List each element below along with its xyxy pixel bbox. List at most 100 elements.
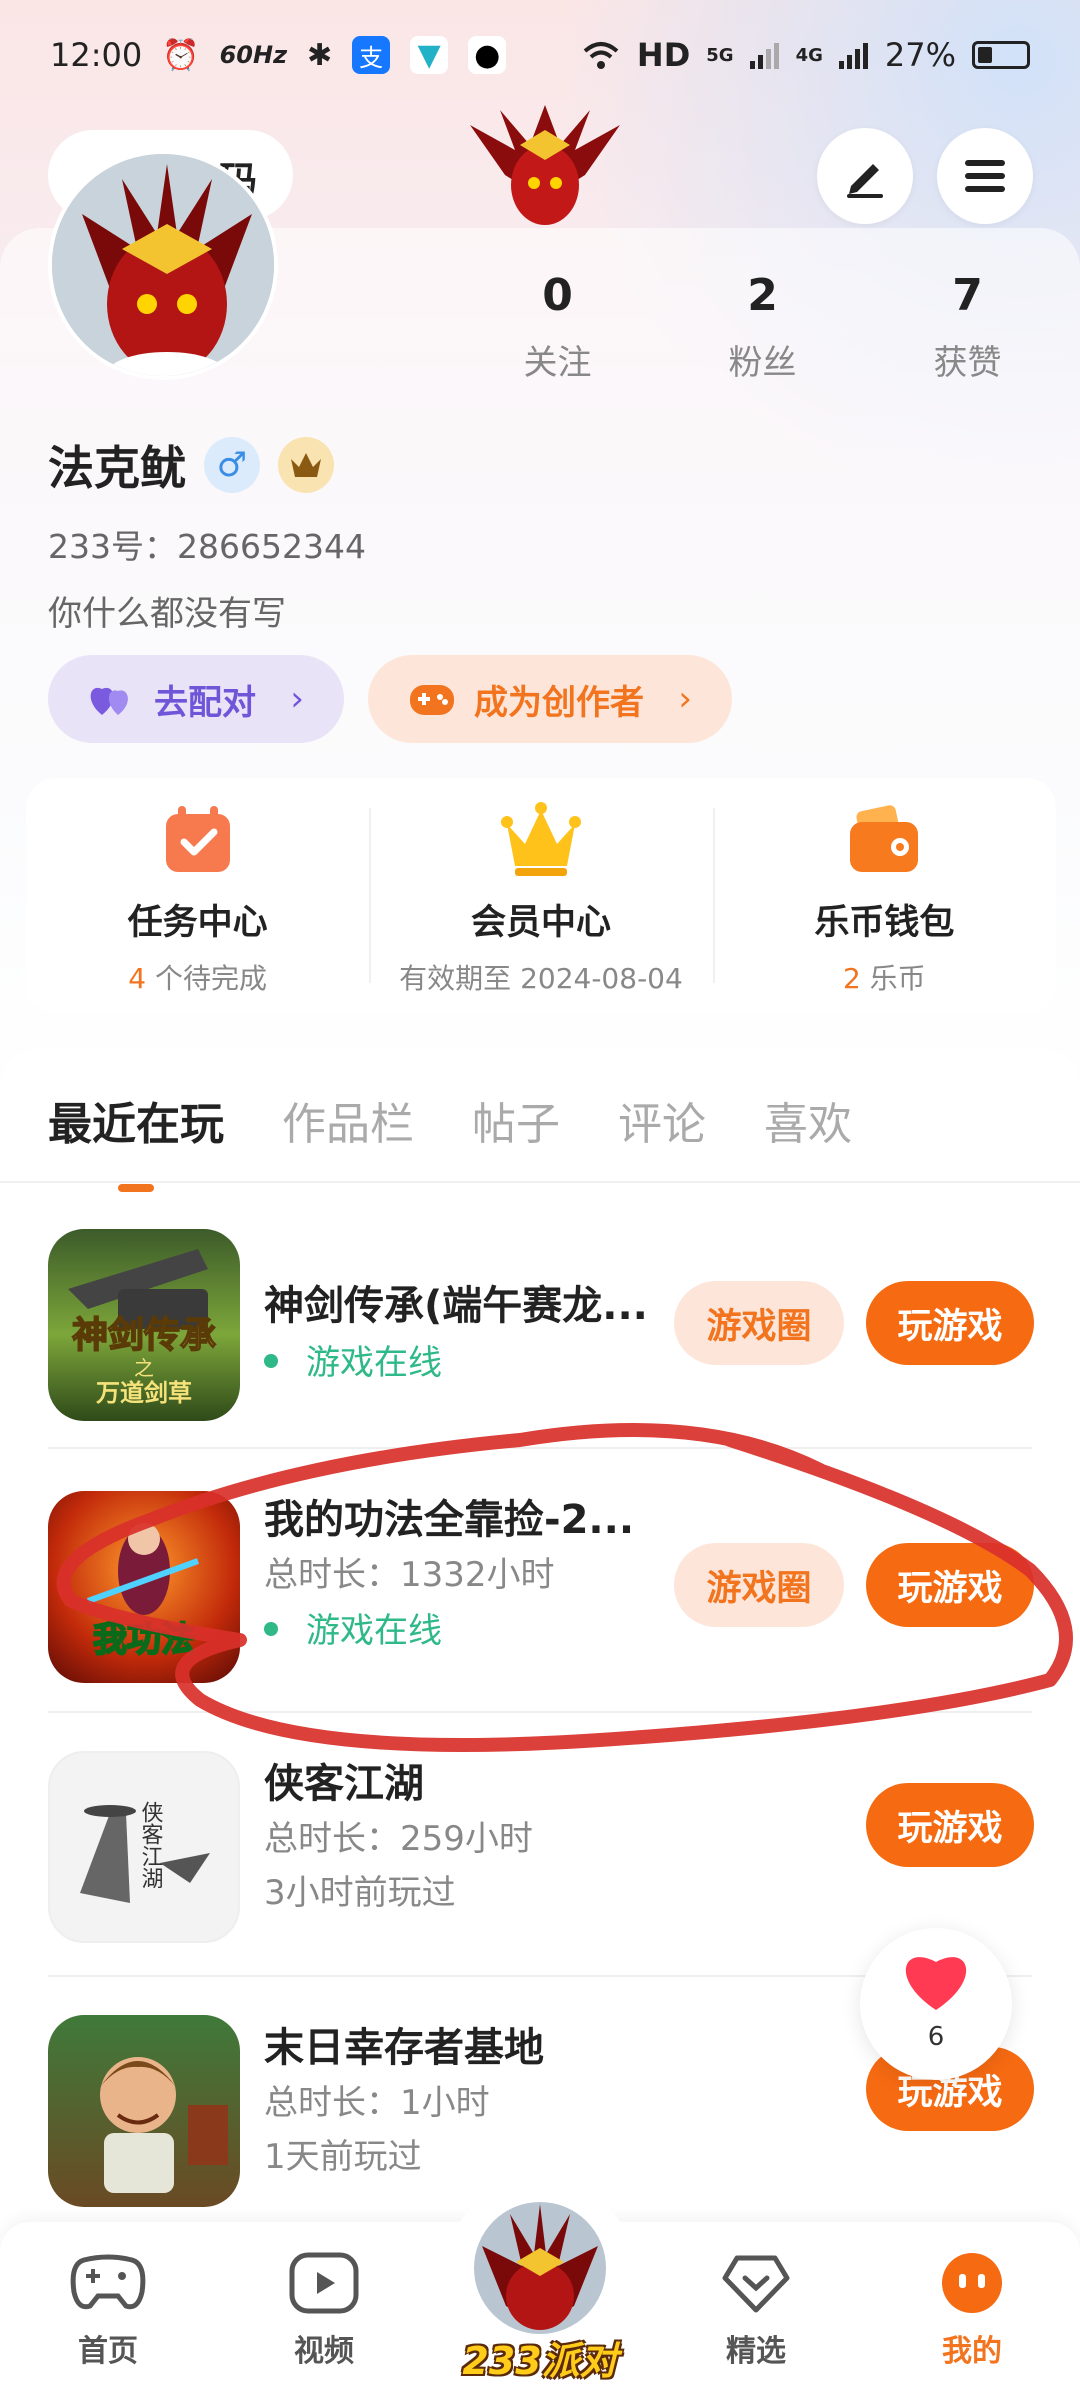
qq-icon: ●	[468, 36, 507, 74]
task-calendar-icon	[165, 806, 230, 872]
chevron-right-icon: ›	[678, 679, 692, 719]
signal-icon	[838, 43, 868, 69]
party-logo-label: 233派对	[462, 2339, 618, 2383]
game-art-image: 我功法	[86, 1523, 200, 1661]
game-art-title: 神剑传承	[72, 1314, 216, 1356]
signal-4g-label: 4G	[795, 44, 823, 66]
avatar[interactable]	[48, 150, 278, 380]
menu-button[interactable]	[937, 128, 1033, 224]
game-title: 我的功法全靠捡-2...	[264, 1497, 635, 1543]
card-count: 2	[842, 962, 861, 995]
play-game-button[interactable]: 玩游戏	[866, 1783, 1034, 1867]
quick-actions: 任务中心 4 个待完成 会员中心 有效期至 2024-08-04 乐币钱包 2 …	[26, 778, 1056, 1013]
play-duration: 总时长：1小时	[264, 2083, 490, 2123]
male-gender-icon: ♂	[204, 437, 260, 493]
heart-diamond-icon	[722, 2255, 790, 2313]
game-title: 侠客江湖	[264, 1761, 424, 1807]
network-type: HD	[636, 36, 691, 74]
tab-posts[interactable]: 帖子	[472, 1088, 560, 1152]
wallet-card[interactable]: 乐币钱包 2 乐币	[712, 778, 1056, 1013]
content-tabs: 最近在玩 作品栏 帖子 评论 喜欢	[0, 1048, 1080, 1192]
crown-badge-icon[interactable]	[278, 437, 334, 493]
play-duration: 总时长：1332小时	[264, 1555, 555, 1595]
edit-profile-button[interactable]	[817, 128, 913, 224]
user-name: 法克鱿	[48, 441, 186, 495]
play-game-button[interactable]: 玩游戏	[866, 1543, 1034, 1627]
crown-icon	[291, 453, 321, 477]
game-art-sub: 之	[134, 1356, 154, 1380]
card-subtitle: 4 个待完成	[26, 957, 369, 997]
become-creator-button[interactable]: 成为创作者 ›	[368, 655, 732, 743]
stat-value: 0	[542, 270, 573, 321]
header-avatar-icon[interactable]	[460, 105, 630, 225]
alarm-icon: ⏰	[162, 37, 200, 73]
stat-label: 粉丝	[728, 343, 797, 383]
nav-video-label: 视频	[294, 2334, 354, 2369]
bluetooth-icon: ✱	[307, 37, 333, 73]
tab-likes[interactable]: 喜欢	[764, 1088, 852, 1152]
gamepad-icon	[410, 685, 454, 715]
signal-5g-label: 5G	[706, 44, 734, 66]
game-thumbnail[interactable]: 我功法	[48, 1491, 240, 1683]
profile-face-icon	[942, 2253, 1002, 2313]
dragon-avatar-image	[52, 154, 274, 376]
task-center-card[interactable]: 任务中心 4 个待完成	[26, 778, 369, 1013]
stat-label: 获赞	[933, 343, 1002, 383]
vip-crown-icon	[500, 802, 581, 876]
game-thumbnail[interactable]	[48, 2015, 240, 2207]
nav-party[interactable]: 233派对	[462, 2196, 618, 2396]
online-dot-icon	[264, 1353, 278, 1368]
battery-icon	[972, 41, 1030, 69]
refresh-rate: 60Hz	[219, 41, 288, 69]
game-status-label: 游戏在线	[306, 1343, 442, 1383]
go-match-label: 去配对	[154, 682, 256, 723]
alipay-icon: 支	[352, 36, 391, 74]
online-dot-icon	[264, 1621, 278, 1636]
nav-home[interactable]: 首页	[38, 2252, 178, 2370]
stat-following[interactable]: 0 关注	[455, 270, 660, 384]
list-item[interactable]: 神剑传承 之 万道剑草 神剑传承(端午赛龙... 游戏在线 游戏圈 玩游戏	[48, 1185, 1034, 1449]
nav-mine[interactable]: 我的	[902, 2252, 1042, 2370]
list-item[interactable]: 我功法 我的功法全靠捡-2... 总时长：1332小时 游戏在线 游戏圈 玩游戏	[48, 1449, 1034, 1713]
game-art-image: 神剑传承 之 万道剑草	[68, 1249, 217, 1407]
card-subtitle: 2 乐币	[713, 957, 1056, 997]
game-art-sub: 万道剑草	[96, 1378, 192, 1407]
nav-featured[interactable]: 精选	[686, 2252, 826, 2370]
card-subtitle: 有效期至 2024-08-04	[399, 962, 683, 995]
stat-label: 关注	[523, 343, 592, 383]
video-play-icon	[289, 2252, 359, 2314]
nav-video[interactable]: 视频	[254, 2252, 394, 2370]
become-creator-label: 成为创作者	[474, 682, 644, 723]
like-count: 6	[927, 2022, 945, 2052]
game-circle-button[interactable]: 游戏圈	[674, 1543, 844, 1627]
game-circle-button[interactable]: 游戏圈	[674, 1281, 844, 1365]
tab-works[interactable]: 作品栏	[282, 1088, 414, 1152]
stat-value: 2	[747, 270, 778, 321]
card-title: 会员中心	[470, 903, 611, 943]
tab-recently-played[interactable]: 最近在玩	[48, 1088, 224, 1192]
card-title: 任务中心	[127, 903, 268, 943]
vip-center-card[interactable]: 会员中心 有效期至 2024-08-04	[369, 778, 712, 1013]
game-art-image	[100, 2057, 228, 2193]
stat-likes[interactable]: 7 获赞	[865, 270, 1070, 384]
nav-mine-label: 我的	[942, 2334, 1002, 2369]
name-row: 法克鱿 ♂	[48, 432, 334, 498]
game-thumbnail[interactable]: 侠客江湖	[48, 1751, 240, 1943]
last-played: 3小时前玩过	[264, 1873, 456, 1913]
go-match-button[interactable]: 去配对 ›	[48, 655, 344, 743]
game-title: 神剑传承(端午赛龙...	[264, 1283, 648, 1329]
card-sub-text: 个待完成	[146, 962, 268, 995]
stat-followers[interactable]: 2 粉丝	[660, 270, 865, 384]
stat-value: 7	[952, 270, 983, 321]
wifi-icon	[583, 42, 619, 69]
tab-comments[interactable]: 评论	[618, 1088, 706, 1152]
gamepad-icon	[70, 2254, 146, 2310]
play-game-button[interactable]: 玩游戏	[866, 1281, 1034, 1365]
game-thumbnail[interactable]: 神剑传承 之 万道剑草	[48, 1229, 240, 1421]
game-art-title: 我功法	[93, 1620, 195, 1660]
floating-like-button[interactable]: 6	[860, 1928, 1012, 2080]
party-dragon-icon	[474, 2202, 606, 2334]
game-status-label: 游戏在线	[306, 1611, 442, 1651]
menu-icon	[965, 160, 1005, 192]
wallet-icon	[850, 805, 919, 872]
